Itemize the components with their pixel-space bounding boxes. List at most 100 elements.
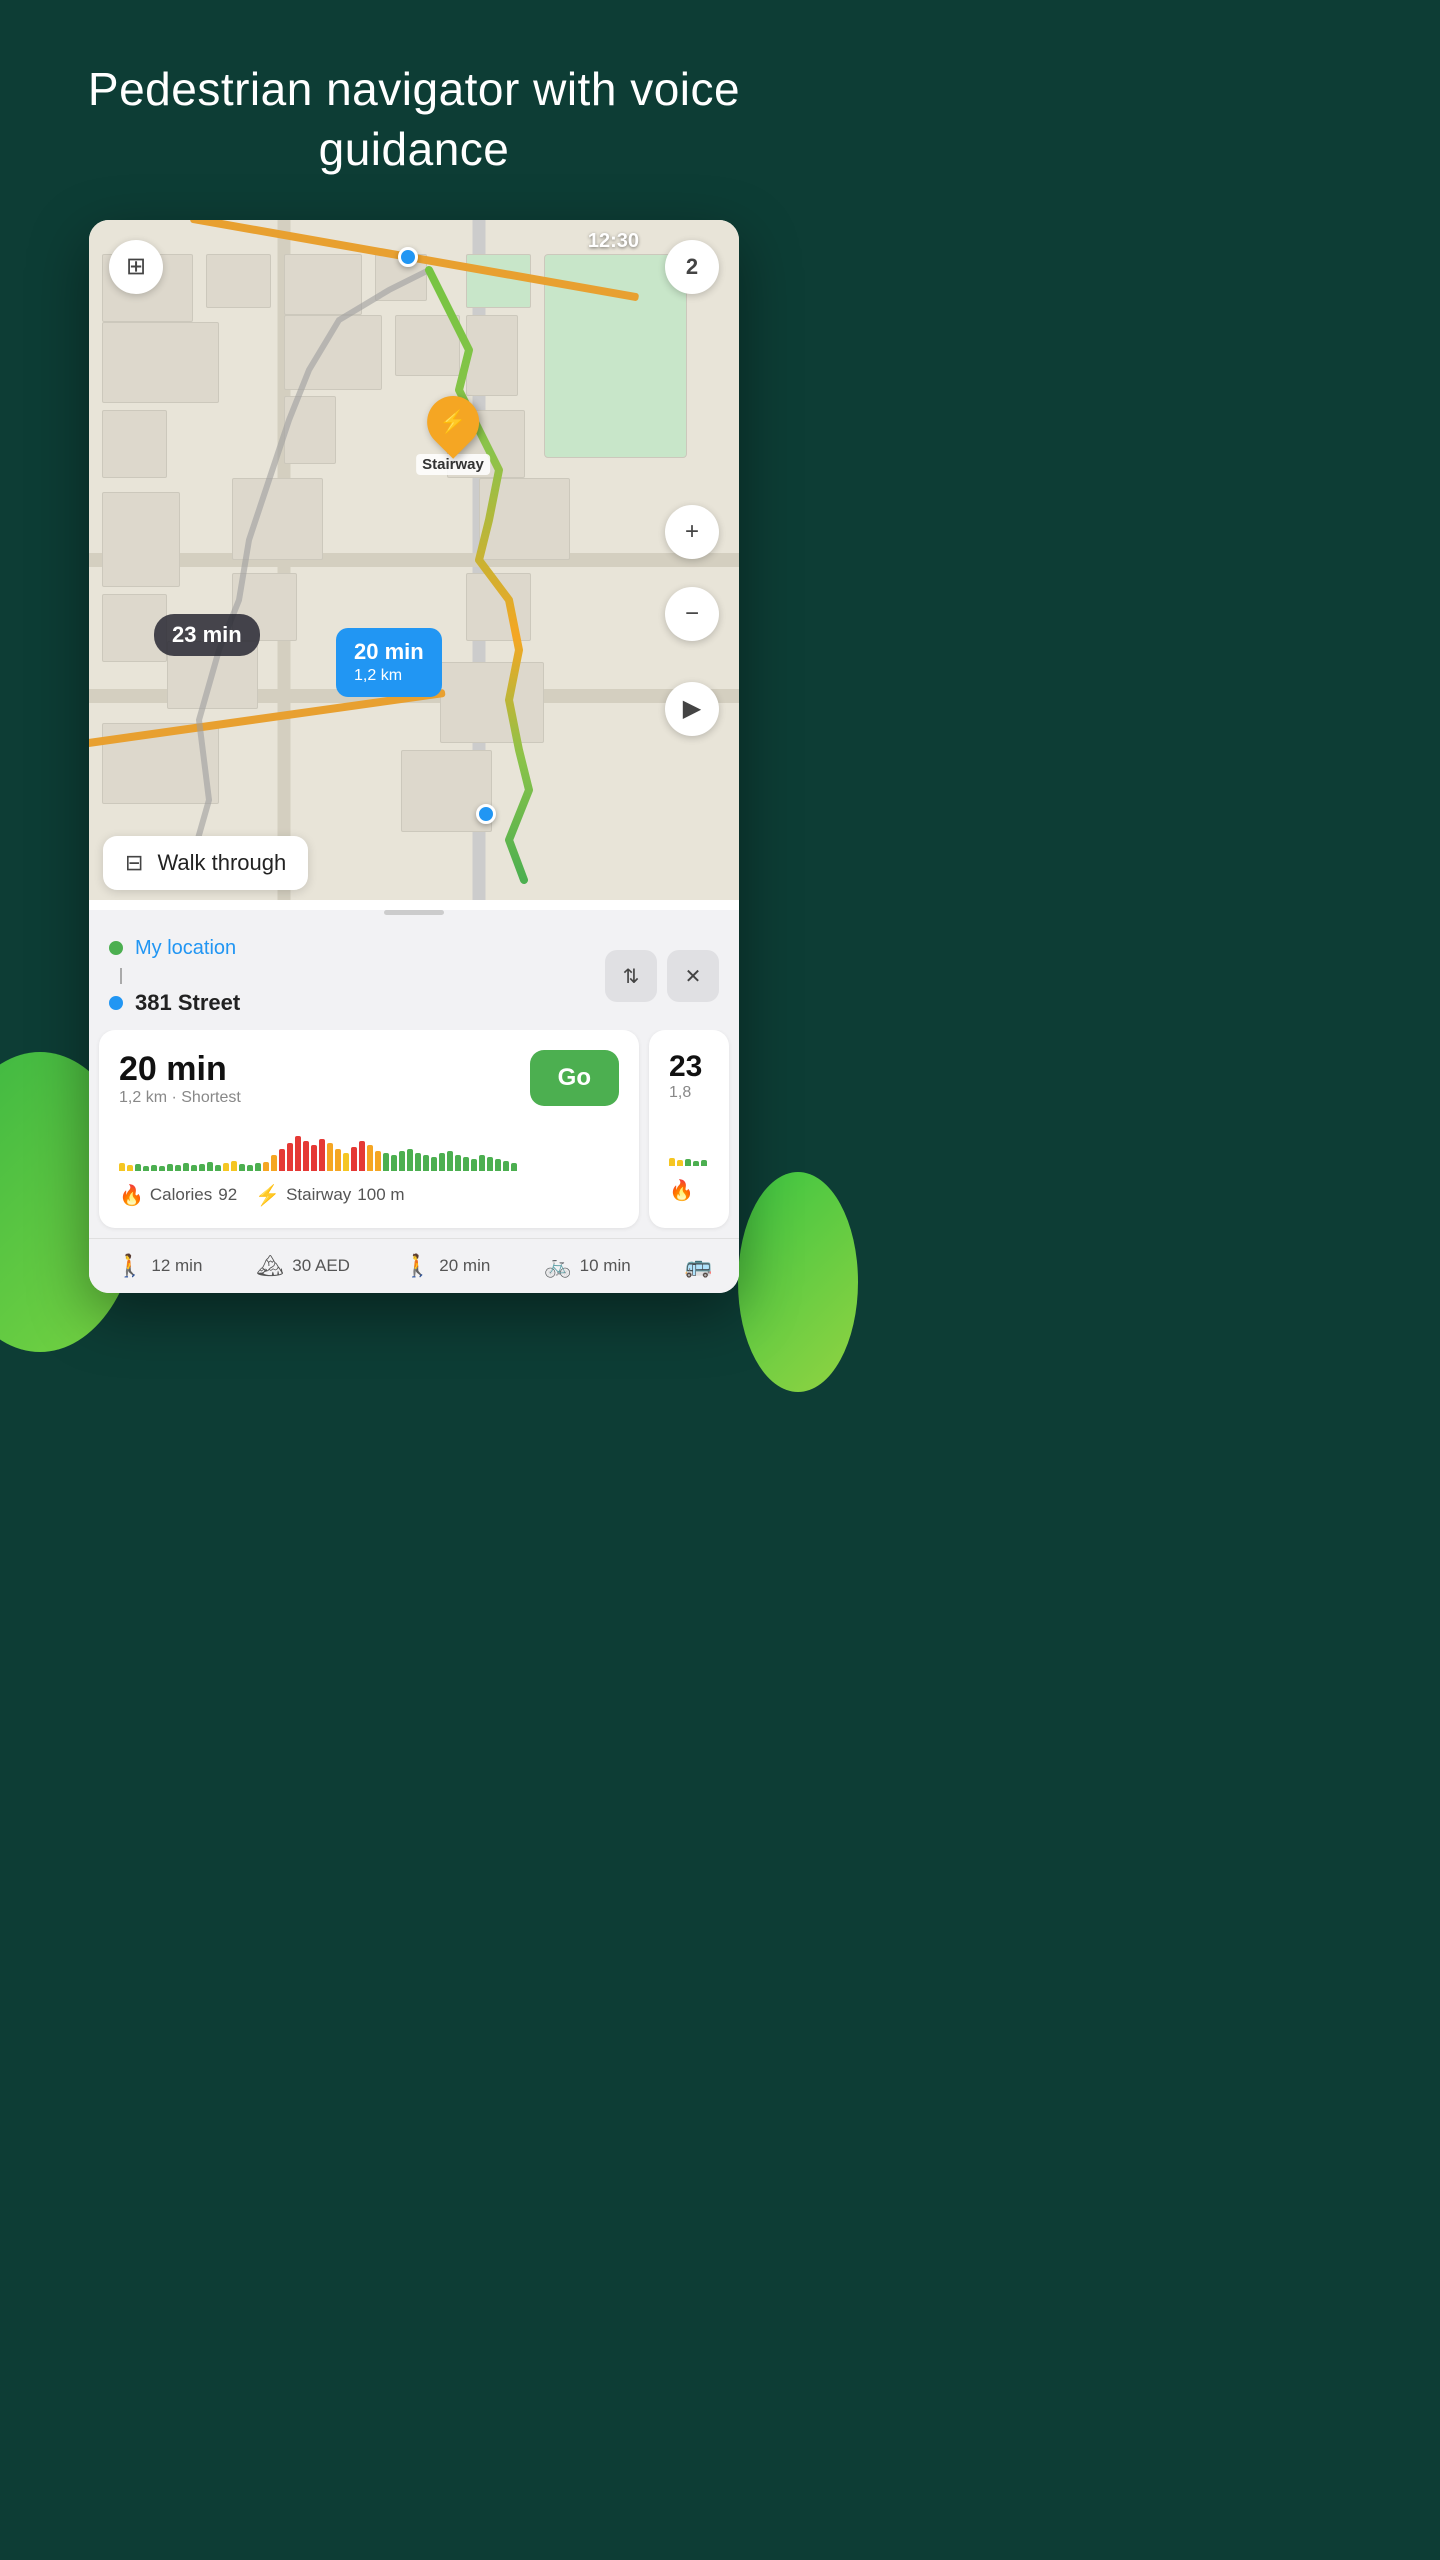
map-clock: 12:30 [588,230,639,253]
calories-tag-2: 🔥 [669,1178,709,1203]
elev-bar [151,1165,157,1171]
mountain-tab-icon: 🏔 [256,1253,284,1279]
tab-walk-12[interactable]: 🚶 12 min [116,1253,202,1279]
elev-bar [351,1147,357,1171]
elev-bar [503,1161,509,1171]
elevation-chart [119,1121,619,1171]
route-dot-end [476,804,496,824]
from-dot [109,941,123,955]
route-card-main: 20 min 1,2 km · Shortest Go 🔥 Calories 9… [99,1030,639,1228]
tab-aed[interactable]: 🏔 30 AED [256,1253,350,1279]
zoom-number-button[interactable]: 2 [665,240,719,294]
elev-bar [175,1165,181,1171]
route-path [89,220,739,900]
decoration-wave-right [738,1172,858,1392]
stairway-tag-label: Stairway [286,1185,351,1205]
layers-icon: ⊞ [126,252,146,281]
walk-through-button[interactable]: ⊟ Walk through [103,836,308,890]
elev-bar [303,1141,309,1171]
elev-bar [223,1163,229,1171]
zoom-out-button[interactable]: − [665,587,719,641]
bus-tab-icon: 🚌 [685,1253,712,1279]
route-dist-2: 1,8 [669,1084,691,1101]
elev-bar [455,1155,461,1171]
route-cards: 20 min 1,2 km · Shortest Go 🔥 Calories 9… [89,1030,739,1238]
stairway-pin: ⚡ Stairway [416,396,490,475]
elev-bar [327,1143,333,1171]
elev-bar-2 [669,1158,675,1166]
calories-icon-2: 🔥 [669,1178,694,1203]
elev-bar [159,1166,165,1171]
elev-bar [135,1164,141,1171]
from-label: My location [135,937,236,960]
stairway-icon: ⚡ [439,409,466,435]
zoom-in-button[interactable]: + [665,505,719,559]
elev-bar-2 [677,1160,683,1166]
route-tag: Shortest [181,1089,241,1106]
filter-icon: ⊟ [125,850,143,876]
elev-bar [167,1164,173,1171]
elev-bar [239,1164,245,1171]
go-button[interactable]: Go [530,1050,619,1106]
calories-label: Calories [150,1185,212,1205]
drag-handle [384,910,444,915]
elev-bar [199,1164,205,1171]
calories-value: 92 [218,1185,237,1205]
elev-bar [375,1151,381,1171]
tab-label-1: 12 min [151,1256,202,1276]
locate-button[interactable]: ▶ [665,682,719,736]
tab-bus[interactable]: 🚌 [685,1253,712,1279]
calories-icon: 🔥 [119,1183,144,1208]
elev-bar [343,1153,349,1171]
elev-bar [383,1153,389,1171]
phone-container: ⚡ Stairway 23 min 20 min 1,2 km 12:30 ⊞ … [89,220,739,1293]
time-badge-dark: 23 min [154,614,260,656]
elev-bar [391,1155,397,1171]
elev-bar-2 [693,1161,699,1166]
minus-icon: − [685,600,699,628]
to-label: 381 Street [135,990,240,1016]
tab-label-3: 20 min [439,1256,490,1276]
close-route-button[interactable]: ✕ [667,950,719,1002]
map-area: ⚡ Stairway 23 min 20 min 1,2 km 12:30 ⊞ … [89,220,739,900]
layers-button[interactable]: ⊞ [109,240,163,294]
elev-bar [183,1163,189,1171]
stairway-tag-value: 100 m [357,1185,404,1205]
calories-tag: 🔥 Calories 92 [119,1183,237,1208]
plus-icon: + [685,518,699,546]
location-actions: ⇅ ✕ [605,950,719,1002]
time-badge-blue: 20 min 1,2 km [336,628,442,697]
route-tags: 🔥 Calories 92 ⚡ Stairway 100 m [119,1183,619,1208]
elev-bar [447,1151,453,1171]
stairway-tag: ⚡ Stairway 100 m [255,1183,404,1208]
elev-bar [231,1161,237,1171]
elev-bar [311,1145,317,1171]
elev-bar [407,1149,413,1171]
tab-bike[interactable]: 🚲 10 min [544,1253,630,1279]
elevation-chart-2 [669,1116,709,1166]
tab-label-4: 10 min [580,1256,631,1276]
elev-bar [463,1157,469,1171]
locate-icon: ▶ [683,694,701,723]
elev-bar [479,1155,485,1171]
bottom-tab-bar: 🚶 12 min 🏔 30 AED 🚶 20 min 🚲 10 min 🚌 [89,1238,739,1293]
route-sep: · [171,1089,181,1106]
elev-bar [423,1155,429,1171]
stairway-tag-icon: ⚡ [255,1183,280,1208]
swap-button[interactable]: ⇅ [605,950,657,1002]
elev-bar [271,1155,277,1171]
location-row: My location 381 Street ⇅ ✕ [89,919,739,1030]
elev-bar [191,1165,197,1171]
elev-bar [287,1143,293,1171]
connector [120,968,122,984]
elev-bar [511,1163,517,1171]
hero-title: Pedestrian navigator with voice guidance [0,0,828,220]
tab-walk-20[interactable]: 🚶 20 min [404,1253,490,1279]
elev-bar [487,1157,493,1171]
walk-tab-icon: 🚶 [116,1253,143,1279]
badge-blue-time: 20 min [354,638,424,667]
close-icon: ✕ [685,964,702,989]
route-duration-2: 23 [669,1050,709,1084]
elev-bar [143,1166,149,1171]
to-dot [109,996,123,1010]
